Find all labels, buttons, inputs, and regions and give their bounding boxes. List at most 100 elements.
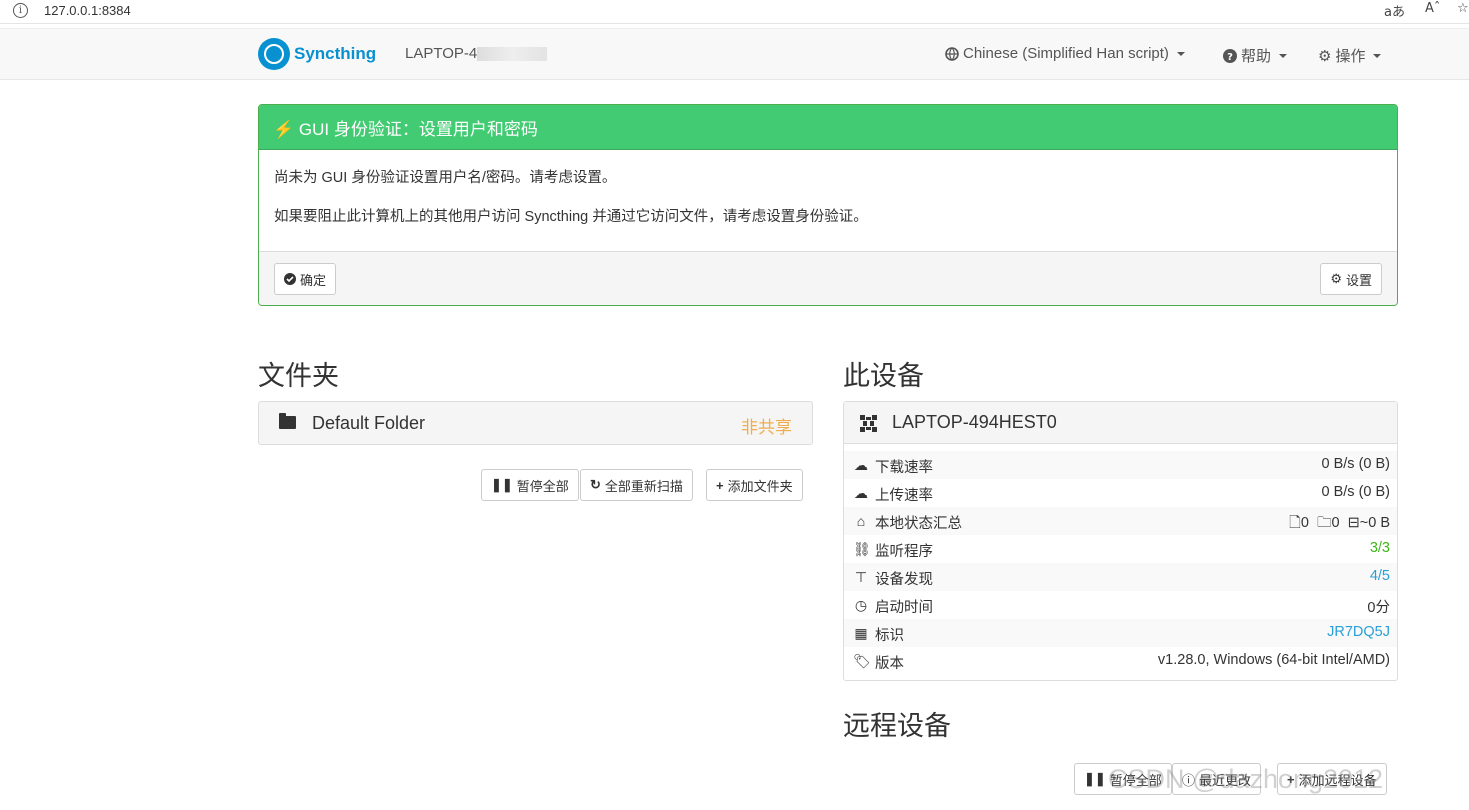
info-circle-icon: ⓘ	[1182, 772, 1196, 788]
alert-title: GUI 身份验证：设置用户和密码	[298, 120, 538, 139]
navbar: Syncthing LAPTOP-4 Chinese (Simplified H…	[0, 28, 1469, 80]
listeners-value[interactable]: 3/3	[1370, 540, 1390, 556]
refresh-icon: ↻	[590, 477, 601, 492]
alert-line-1: 尚未为 GUI 身份验证设置用户名/密码。请考虑设置。	[274, 170, 617, 186]
site-info-icon[interactable]: i	[13, 3, 28, 18]
pause-icon: ❚❚	[491, 477, 513, 492]
alert-header: ⚡ GUI 身份验证：设置用户和密码	[259, 105, 1397, 149]
question-circle-icon: ?	[1223, 48, 1237, 63]
cloud-upload-icon: ☁	[854, 485, 868, 501]
alert-body: 尚未为 GUI 身份验证设置用户名/密码。请考虑设置。 如果要阻止此计算机上的其…	[259, 149, 1397, 251]
tag-icon: 🏷	[853, 653, 871, 669]
row-label: 下载速率	[875, 460, 933, 476]
browser-address-bar: i 127.0.0.1:8384 aあ Aˆ ☆	[0, 0, 1469, 24]
add-device-label: 添加远程设备	[1298, 772, 1377, 788]
pause-all-devices-button[interactable]: ❚❚ 暂停全部	[1074, 763, 1172, 795]
ok-label: 确定	[300, 272, 327, 288]
this-device-panel: LAPTOP-494HEST0 ☁ 下载速率 0 B/s (0 B) ☁ 上传速…	[843, 401, 1398, 681]
address-url[interactable]: 127.0.0.1:8384	[44, 3, 131, 18]
rescan-all-label: 全部重新扫描	[604, 478, 683, 494]
actions-label: 操作	[1335, 48, 1366, 65]
globe-icon	[945, 46, 959, 61]
language-menu[interactable]: Chinese (Simplified Han script)	[945, 45, 1185, 62]
add-folder-button[interactable]: + 添加文件夹	[706, 469, 803, 501]
check-circle-icon	[284, 273, 296, 285]
gear-icon: ⚙	[1318, 47, 1332, 65]
identification-row: ▦ 标识 JR7DQ5J	[844, 619, 1397, 647]
row-label: 设备发现	[875, 572, 933, 588]
folder-item[interactable]: Default Folder 非共享	[258, 401, 813, 445]
syncthing-logo-icon	[258, 38, 290, 70]
plus-icon: +	[716, 477, 724, 493]
plus-icon: +	[1287, 771, 1295, 787]
discovery-value[interactable]: 4/5	[1370, 568, 1390, 584]
file-count: 0	[1300, 515, 1309, 531]
download-rate-row: ☁ 下载速率 0 B/s (0 B)	[844, 451, 1397, 479]
recent-changes-button[interactable]: ⓘ 最近更改	[1172, 763, 1262, 795]
chevron-down-icon	[1176, 51, 1185, 56]
home-icon: ⌂	[856, 513, 866, 529]
local-state-row: ⌂ 本地状态汇总 🗋0 🗀0 ⊟~0 B	[844, 507, 1397, 535]
settings-button[interactable]: ⚙ 设置	[1320, 263, 1382, 295]
listeners-row: ⛓ 监听程序 3/3	[844, 535, 1397, 563]
read-aloud-icon[interactable]: aあ	[1384, 1, 1405, 20]
auth-alert-panel: ⚡ GUI 身份验证：设置用户和密码 尚未为 GUI 身份验证设置用户名/密码。…	[258, 104, 1398, 306]
favorite-icon[interactable]: ☆	[1457, 1, 1469, 16]
qrcode-icon: ▦	[854, 625, 868, 641]
hostname-text: LAPTOP-4	[405, 45, 478, 62]
language-label: Chinese (Simplified Han script)	[963, 45, 1169, 62]
signpost-icon: ⊤	[854, 569, 868, 585]
uptime-row: ◷ 启动时间 0分	[844, 591, 1397, 619]
cloud-download-icon: ☁	[854, 457, 868, 473]
row-label: 标识	[875, 628, 904, 644]
clock-icon: ◷	[854, 597, 868, 613]
row-label: 启动时间	[875, 600, 933, 616]
folder-status: 非共享	[741, 418, 792, 437]
actions-menu[interactable]: ⚙ 操作	[1318, 45, 1382, 66]
upload-rate-row: ☁ 上传速率 0 B/s (0 B)	[844, 479, 1397, 507]
help-label: 帮助	[1241, 48, 1272, 65]
hdd-icon: ⊟	[1347, 515, 1360, 531]
dir-count: 0	[1331, 515, 1340, 531]
row-label: 监听程序	[875, 544, 933, 560]
chevron-down-icon	[1279, 53, 1288, 58]
brand-logo[interactable]: Syncthing	[258, 38, 376, 70]
sitemap-icon: ⛓	[853, 541, 871, 557]
local-state-value: 🗋0 🗀0 ⊟~0 B	[1289, 512, 1390, 537]
folder-outline-icon: 🗀	[1316, 515, 1332, 531]
pause-all-label: 暂停全部	[1109, 772, 1162, 788]
size-value: ~0 B	[1359, 515, 1390, 531]
redacted-block	[477, 47, 548, 62]
alert-line-2: 如果要阻止此计算机上的其他用户访问 Syncthing 并通过它访问文件，请考虑…	[274, 209, 868, 225]
pause-icon: ❚❚	[1084, 771, 1106, 786]
row-label: 本地状态汇总	[875, 516, 962, 532]
add-remote-device-button[interactable]: + 添加远程设备	[1277, 763, 1387, 795]
device-hostname: LAPTOP-4	[405, 45, 548, 62]
recent-changes-label: 最近更改	[1199, 772, 1252, 788]
gear-icon: ⚙	[1330, 271, 1342, 286]
alert-footer: 确定 ⚙ 设置	[259, 251, 1397, 305]
folders-heading: 文件夹	[258, 361, 339, 391]
pause-all-folders-button[interactable]: ❚❚ 暂停全部	[481, 469, 579, 501]
text-size-icon[interactable]: Aˆ	[1425, 1, 1440, 16]
row-label: 上传速率	[875, 488, 933, 504]
device-name: LAPTOP-494HEST0	[892, 412, 1057, 432]
add-folder-label: 添加文件夹	[727, 478, 793, 494]
row-value: 0 B/s (0 B)	[1321, 484, 1391, 500]
this-device-heading: 此设备	[843, 361, 924, 391]
folder-name: Default Folder	[312, 413, 426, 433]
ok-button[interactable]: 确定	[274, 263, 337, 295]
device-id-link[interactable]: JR7DQ5J	[1327, 624, 1390, 640]
help-menu[interactable]: ? 帮助	[1223, 45, 1288, 66]
pause-all-label: 暂停全部	[516, 478, 569, 494]
remote-devices-heading: 远程设备	[843, 711, 951, 741]
device-header[interactable]: LAPTOP-494HEST0	[844, 402, 1397, 444]
discovery-row: ⊤ 设备发现 4/5	[844, 563, 1397, 591]
chevron-down-icon	[1373, 53, 1382, 58]
bolt-icon: ⚡	[273, 120, 295, 139]
settings-label: 设置	[1345, 272, 1372, 288]
row-value: v1.28.0, Windows (64-bit Intel/AMD)	[1157, 652, 1390, 668]
brand-name: Syncthing	[294, 44, 377, 63]
row-label: 版本	[875, 656, 904, 672]
rescan-all-button[interactable]: ↻ 全部重新扫描	[580, 469, 693, 501]
